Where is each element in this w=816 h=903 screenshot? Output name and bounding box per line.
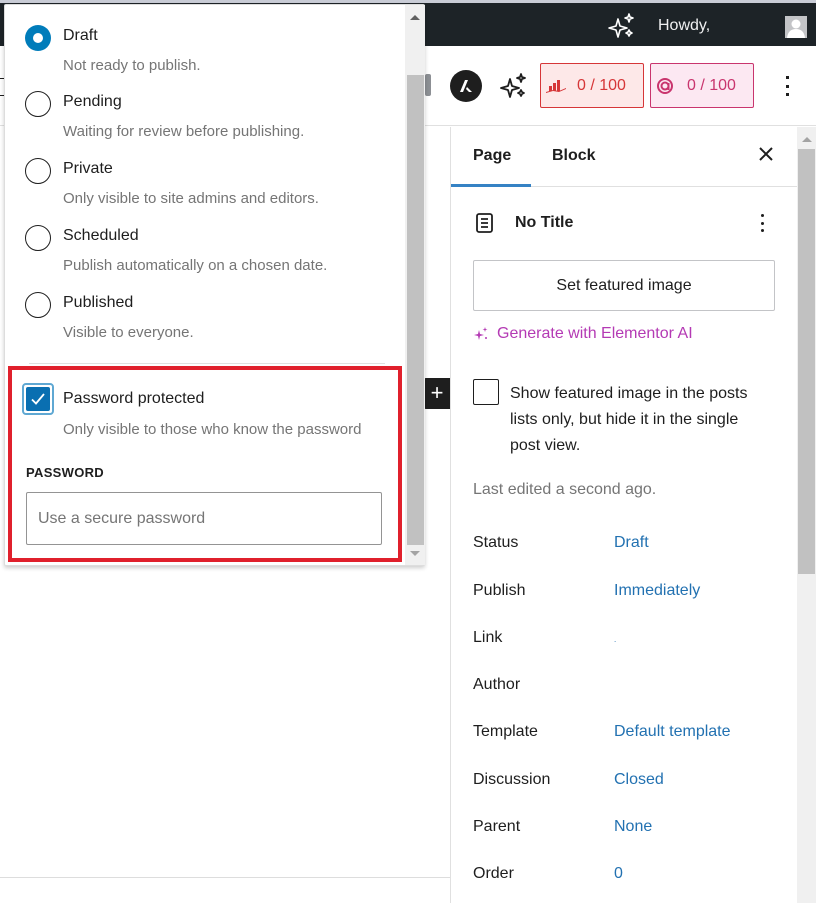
block-inserter-button[interactable]: + [424, 378, 450, 409]
meta-row-parent: Parent None [473, 818, 773, 842]
meta-key: Link [473, 629, 503, 646]
popover-divider [29, 363, 385, 364]
show-featured-label: Show featured image in the posts lists o… [510, 385, 748, 454]
status-value-button[interactable]: Draft [614, 534, 649, 552]
scroll-up-arrow-icon[interactable] [802, 137, 812, 142]
scroll-down-arrow-icon[interactable] [410, 551, 420, 556]
status-option-private[interactable]: Private Only visible to site admins and … [25, 158, 395, 218]
meta-key: Parent [473, 818, 521, 835]
status-option-description: Visible to everyone. [63, 324, 194, 341]
meta-row-order: Order 0 [473, 865, 773, 889]
radio-button[interactable] [25, 25, 51, 51]
meta-key: Author [473, 676, 521, 693]
publish-value-button[interactable]: Immediately [614, 582, 700, 600]
howdy-greeting[interactable]: Howdy, [658, 17, 710, 35]
sidebar-scrollbar[interactable] [797, 127, 816, 903]
kebab-dot [760, 229, 764, 232]
avatar[interactable] [785, 16, 807, 38]
generate-elementor-ai-link[interactable]: Generate with Elementor AI [473, 325, 693, 343]
meta-key: Template [473, 723, 538, 740]
meta-row-author: Author [473, 676, 773, 700]
popover-scrollbar[interactable] [405, 5, 425, 565]
link-value-button[interactable]: . [614, 635, 616, 644]
radio-button[interactable] [25, 292, 51, 318]
seo-score-button[interactable]: 0 / 100 [540, 63, 644, 108]
status-option-label: Private [63, 160, 113, 177]
status-option-label: Pending [63, 93, 122, 110]
set-featured-image-button[interactable]: Set featured image [473, 260, 775, 311]
status-option-label: Scheduled [63, 227, 139, 244]
meta-key: Publish [473, 582, 526, 599]
kebab-dot [785, 93, 789, 96]
kebab-dot [760, 221, 764, 225]
status-option-description: Waiting for review before publishing. [63, 123, 305, 140]
kebab-dot [760, 214, 764, 217]
ai-sparkle-icon[interactable] [607, 11, 637, 41]
status-option-label: Draft [63, 27, 98, 44]
page-icon [476, 213, 493, 233]
show-featured-checkbox[interactable] [473, 379, 499, 405]
document-title: No Title [515, 214, 574, 231]
status-option-description: Publish automatically on a chosen date. [63, 257, 328, 274]
radio-button[interactable] [25, 158, 51, 184]
status-option-label: Published [63, 294, 134, 311]
seo-score-value: 0 / 100 [577, 76, 626, 94]
close-icon[interactable] [756, 144, 776, 164]
annotation-highlight-box [8, 366, 402, 562]
astra-logo-icon[interactable] [450, 70, 482, 102]
ai-sparkle-icon [474, 327, 488, 340]
canvas-divider [0, 877, 450, 878]
settings-sidebar: Page Block No Title Set featured image G… [450, 127, 798, 903]
meta-key: Discussion [473, 771, 551, 788]
radio-button[interactable] [25, 225, 51, 251]
scrollbar-thumb[interactable] [407, 75, 424, 545]
kebab-dot [785, 84, 789, 88]
seo-chart-icon [546, 79, 566, 93]
generate-ai-label: Generate with Elementor AI [497, 325, 693, 342]
tab-block[interactable]: Block [552, 147, 596, 165]
readability-score-value: 0 / 100 [687, 76, 736, 94]
status-option-scheduled[interactable]: Scheduled Publish automatically on a cho… [25, 225, 395, 285]
ai-sparkle-icon[interactable] [498, 70, 530, 102]
last-edited-text: Last edited a second ago. [473, 481, 657, 498]
scroll-up-arrow-icon[interactable] [410, 15, 420, 20]
post-status-popover: Draft Not ready to publish. Pending Wait… [4, 4, 425, 566]
status-option-description: Not ready to publish. [63, 57, 201, 74]
radio-button[interactable] [25, 91, 51, 117]
meta-row-template: Template Default template [473, 723, 773, 747]
meta-row-link: Link . [473, 629, 773, 653]
status-option-pending[interactable]: Pending Waiting for review before publis… [25, 91, 395, 151]
meta-key: Order [473, 865, 514, 882]
document-actions-button[interactable] [759, 211, 765, 235]
active-tab-indicator [451, 184, 531, 187]
resize-handle[interactable] [425, 74, 431, 96]
meta-row-status: Status Draft [473, 534, 773, 558]
order-value-button[interactable]: 0 [614, 865, 623, 883]
document-summary: No Title [473, 211, 773, 237]
parent-value-button[interactable]: None [614, 818, 652, 836]
template-value-button[interactable]: Default template [614, 723, 731, 741]
discussion-value-button[interactable]: Closed [614, 771, 664, 789]
meta-key: Status [473, 534, 519, 551]
status-option-draft[interactable]: Draft Not ready to publish. [25, 25, 395, 85]
readability-score-button[interactable]: 0 / 100 [650, 63, 754, 108]
kebab-dot [785, 76, 789, 79]
meta-row-publish: Publish Immediately [473, 582, 773, 606]
tab-page[interactable]: Page [473, 147, 511, 165]
scrollbar-thumb[interactable] [798, 149, 815, 574]
sidebar-tabs: Page Block [451, 127, 798, 187]
status-option-published[interactable]: Published Visible to everyone. [25, 292, 395, 352]
readability-ai-icon [657, 77, 673, 94]
options-menu-button[interactable] [777, 72, 797, 100]
meta-row-discussion: Discussion Closed [473, 771, 773, 795]
status-option-description: Only visible to site admins and editors. [63, 190, 319, 207]
